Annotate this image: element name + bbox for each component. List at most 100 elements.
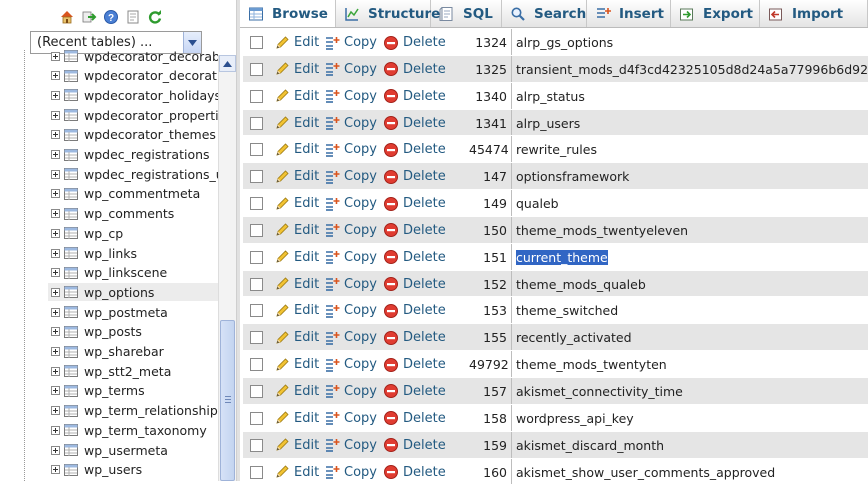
delete-link[interactable]: Delete [383,329,446,346]
copy-link[interactable]: Copy [324,61,377,78]
row-checkbox[interactable] [250,63,263,76]
option-name-cell[interactable]: alrp_gs_options [516,35,613,50]
expand-plus-icon[interactable] [51,52,60,61]
tab-search[interactable]: Search [502,0,587,27]
delete-link[interactable]: Delete [383,276,446,293]
scrollbar-thumb[interactable] [220,320,235,481]
tree-item-wp-options[interactable]: wp_options [48,283,218,301]
row-checkbox[interactable] [250,251,263,264]
row-checkbox[interactable] [250,117,263,130]
row-checkbox[interactable] [250,385,263,398]
expand-plus-icon[interactable] [51,170,60,179]
edit-link[interactable]: Edit [274,195,319,212]
tree-item-wp-posts[interactable]: wp_posts [48,323,218,341]
expand-plus-icon[interactable] [51,71,60,80]
tree-item-label[interactable]: wp_terms [84,383,145,398]
edit-link[interactable]: Edit [274,329,319,346]
tree-item-wpdec-registrations-u[interactable]: wpdec_registrations_u [48,165,218,183]
expand-plus-icon[interactable] [51,465,60,474]
row-checkbox[interactable] [250,197,263,210]
copy-link[interactable]: Copy [324,115,377,132]
tree-item-wpdecorator-decorabl[interactable]: wpdecorator_decorabl [48,50,218,65]
tree-item-wp-users[interactable]: wp_users [48,461,218,479]
tab-sql[interactable]: SQL [431,0,502,27]
panel-divider[interactable] [236,0,240,481]
tree-item-label[interactable]: wp_posts [84,324,142,339]
option-name-cell[interactable]: recently_activated [516,330,632,345]
row-checkbox[interactable] [250,36,263,49]
tree-item-label[interactable]: wp_links [84,246,137,261]
tab-import[interactable]: Import [760,0,868,27]
home-icon[interactable] [58,8,75,25]
option-name-cell[interactable]: akismet_discard_month [516,438,664,453]
row-checkbox[interactable] [250,466,263,479]
tree-item-label[interactable]: wpdec_registrations_u [84,167,218,182]
delete-link[interactable]: Delete [383,302,446,319]
tree-item-label[interactable]: wpdecorator_propertie [84,108,218,123]
tree-item-label[interactable]: wp_options [84,285,154,300]
expand-plus-icon[interactable] [51,426,60,435]
delete-link[interactable]: Delete [383,168,446,185]
row-checkbox[interactable] [250,278,263,291]
tree-item-wpdecorator-themes[interactable]: wpdecorator_themes [48,126,218,144]
copy-link[interactable]: Copy [324,302,377,319]
row-checkbox[interactable] [250,358,263,371]
option-name-cell[interactable]: theme_mods_qualeb [516,277,646,292]
edit-link[interactable]: Edit [274,249,319,266]
option-name-cell[interactable]: qualeb [516,196,559,211]
tree-item-wpdecorator-holidays[interactable]: wpdecorator_holidays [48,86,218,104]
tree-item-label[interactable]: wp_postmeta [84,305,168,320]
tree-item-label[interactable]: wpdecorator_themes [84,127,216,142]
option-name-cell[interactable]: alrp_users [516,116,580,131]
copy-link[interactable]: Copy [324,222,377,239]
tree-item-wp-term-relationships[interactable]: wp_term_relationships [48,402,218,420]
copy-link[interactable]: Copy [324,356,377,373]
option-name-cell[interactable]: current_theme [516,250,608,265]
expand-plus-icon[interactable] [51,229,60,238]
tree-item-label[interactable]: wp_usermeta [84,443,168,458]
tree-item-label[interactable]: wp_comments [84,206,174,221]
tab-insert[interactable]: Insert [587,0,671,27]
delete-link[interactable]: Delete [383,34,446,51]
tree-item-wp-comments[interactable]: wp_comments [48,205,218,223]
option-name-cell[interactable]: akismet_connectivity_time [516,384,683,399]
scroll-up-button[interactable] [219,55,236,72]
delete-link[interactable]: Delete [383,88,446,105]
expand-plus-icon[interactable] [51,189,60,198]
tree-item-label[interactable]: wp_sharebar [84,344,164,359]
row-checkbox[interactable] [250,224,263,237]
copy-link[interactable]: Copy [324,88,377,105]
delete-link[interactable]: Delete [383,141,446,158]
copy-link[interactable]: Copy [324,383,377,400]
row-checkbox[interactable] [250,143,263,156]
copy-link[interactable]: Copy [324,195,377,212]
tree-item-wp-cp[interactable]: wp_cp [48,224,218,242]
option-name-cell[interactable]: alrp_status [516,89,585,104]
delete-link[interactable]: Delete [383,115,446,132]
logout-icon[interactable] [80,8,97,25]
tree-item-label[interactable]: wp_users [84,462,142,477]
tree-item-wpdecorator-decoratic[interactable]: wpdecorator_decoratic [48,67,218,85]
option-name-cell[interactable]: transient_mods_d4f3cd42325105d8d24a5a779… [516,62,868,77]
edit-link[interactable]: Edit [274,356,319,373]
row-checkbox[interactable] [250,304,263,317]
edit-link[interactable]: Edit [274,464,319,481]
expand-plus-icon[interactable] [51,347,60,356]
row-checkbox[interactable] [250,90,263,103]
reload-icon[interactable] [146,8,163,25]
tab-export[interactable]: Export [671,0,760,27]
option-name-cell[interactable]: theme_mods_twentyeleven [516,223,688,238]
tree-item-wpdecorator-propertie[interactable]: wpdecorator_propertie [48,106,218,124]
copy-link[interactable]: Copy [324,437,377,454]
tab-browse[interactable]: Browse [240,0,336,27]
row-checkbox[interactable] [250,412,263,425]
option-name-cell[interactable]: wordpress_api_key [516,411,634,426]
copy-link[interactable]: Copy [324,249,377,266]
delete-link[interactable]: Delete [383,356,446,373]
copy-link[interactable]: Copy [324,464,377,481]
tree-item-wp-postmeta[interactable]: wp_postmeta [48,303,218,321]
help-icon[interactable]: ? [102,8,119,25]
edit-link[interactable]: Edit [274,168,319,185]
copy-link[interactable]: Copy [324,34,377,51]
expand-plus-icon[interactable] [51,308,60,317]
